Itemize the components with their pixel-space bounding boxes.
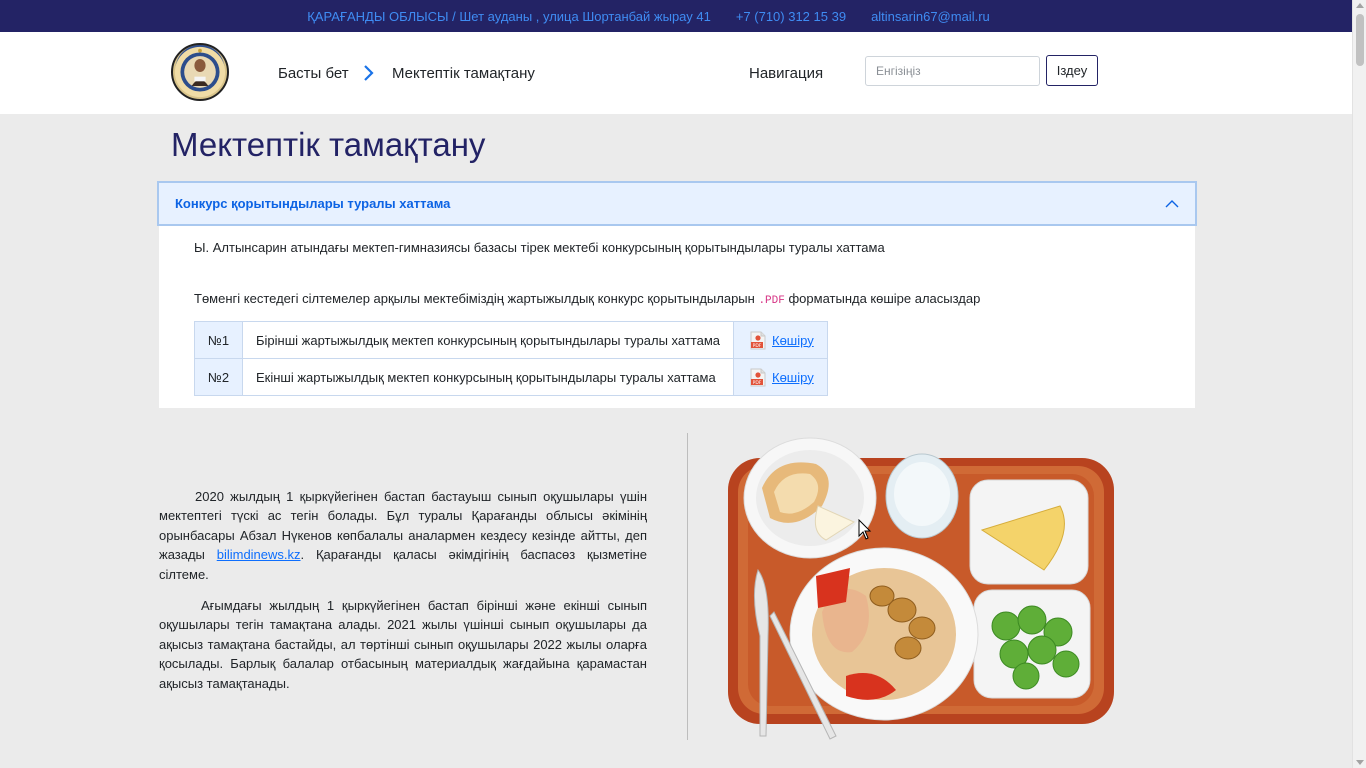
note-text-before: Төменгі кестедегі сілтемелер арқылы мект… xyxy=(194,291,755,306)
chevron-right-icon xyxy=(362,63,376,83)
table-row: №1 Бірінші жартыжылдық мектеп конкурсыны… xyxy=(194,321,828,359)
pdf-format-code: .PDF xyxy=(758,295,785,307)
chevron-up-icon[interactable] xyxy=(1165,197,1179,211)
note-text-after: форматында көшіре аласыздар xyxy=(788,291,981,306)
column-divider xyxy=(687,433,688,740)
download-cell: PDF Көшіру xyxy=(733,321,828,359)
row-title: Екінші жартыжылдық мектеп конкурсының қо… xyxy=(242,358,734,396)
address-text[interactable]: ҚАРАҒАНДЫ ОБЛЫСЫ / Шет ауданы , улица Шо… xyxy=(307,9,711,24)
page-scrollbar[interactable] xyxy=(1352,0,1366,768)
scroll-up-arrow-icon[interactable] xyxy=(1356,3,1364,8)
accordion-note: Төменгі кестедегі сілтемелер арқылы мект… xyxy=(194,291,980,307)
pdf-file-icon: PDF xyxy=(750,331,766,350)
download-link-1[interactable]: Көшіру xyxy=(772,333,814,348)
article-paragraph-1: 2020 жылдың 1 қыркүйегінен бастап бастау… xyxy=(159,487,647,584)
search-input[interactable] xyxy=(865,56,1040,86)
download-cell: PDF Көшіру xyxy=(733,358,828,396)
svg-text:PDF: PDF xyxy=(753,380,762,386)
top-contact-bar: ҚАРАҒАНДЫ ОБЛЫСЫ / Шет ауданы , улица Шо… xyxy=(0,0,1352,32)
site-header: Басты бет Мектептік тамақтану Навигация … xyxy=(0,32,1352,114)
bilimdinews-link[interactable]: bilimdinews.kz xyxy=(217,547,301,562)
table-row: №2 Екінші жартыжылдық мектеп конкурсының… xyxy=(194,358,828,396)
email-text[interactable]: altinsarin67@mail.ru xyxy=(871,9,990,24)
article-text: 2020 жылдың 1 қыркүйегінен бастап бастау… xyxy=(159,487,647,705)
search-button[interactable]: Іздеу xyxy=(1046,55,1098,86)
row-title: Бірінші жартыжылдық мектеп конкурсының қ… xyxy=(242,321,734,359)
article-paragraph-2: Ағымдағы жылдың 1 қыркүйегінен бастап бі… xyxy=(159,598,647,691)
accordion-body: Ы. Алтынсарин атындағы мектеп-гимназиясы… xyxy=(159,226,1195,408)
scroll-down-arrow-icon[interactable] xyxy=(1356,760,1364,765)
scroll-thumb[interactable] xyxy=(1356,14,1364,66)
pdf-file-icon: PDF xyxy=(750,368,766,387)
svg-text:PDF: PDF xyxy=(753,343,762,349)
breadcrumb-current: Мектептік тамақтану xyxy=(392,65,535,82)
breadcrumb-home-link[interactable]: Басты бет xyxy=(278,65,349,82)
downloads-table: №1 Бірінші жартыжылдық мектеп конкурсыны… xyxy=(194,321,828,396)
row-number: №1 xyxy=(194,321,243,359)
navigation-menu-link[interactable]: Навигация xyxy=(749,65,823,82)
school-lunch-tray-image xyxy=(726,436,1116,742)
download-link-2[interactable]: Көшіру xyxy=(772,370,814,385)
school-emblem-icon[interactable] xyxy=(171,43,229,101)
row-number: №2 xyxy=(194,358,243,396)
phone-text[interactable]: +7 (710) 312 15 39 xyxy=(736,9,846,24)
accordion-header[interactable]: Конкурс қорытындылары туралы хаттама xyxy=(157,181,1197,226)
page-title: Мектептік тамақтану xyxy=(171,126,486,163)
accordion-intro: Ы. Алтынсарин атындағы мектеп-гимназиясы… xyxy=(194,240,885,255)
accordion-title: Конкурс қорытындылары туралы хаттама xyxy=(175,196,451,211)
mouse-cursor-icon xyxy=(858,518,872,541)
